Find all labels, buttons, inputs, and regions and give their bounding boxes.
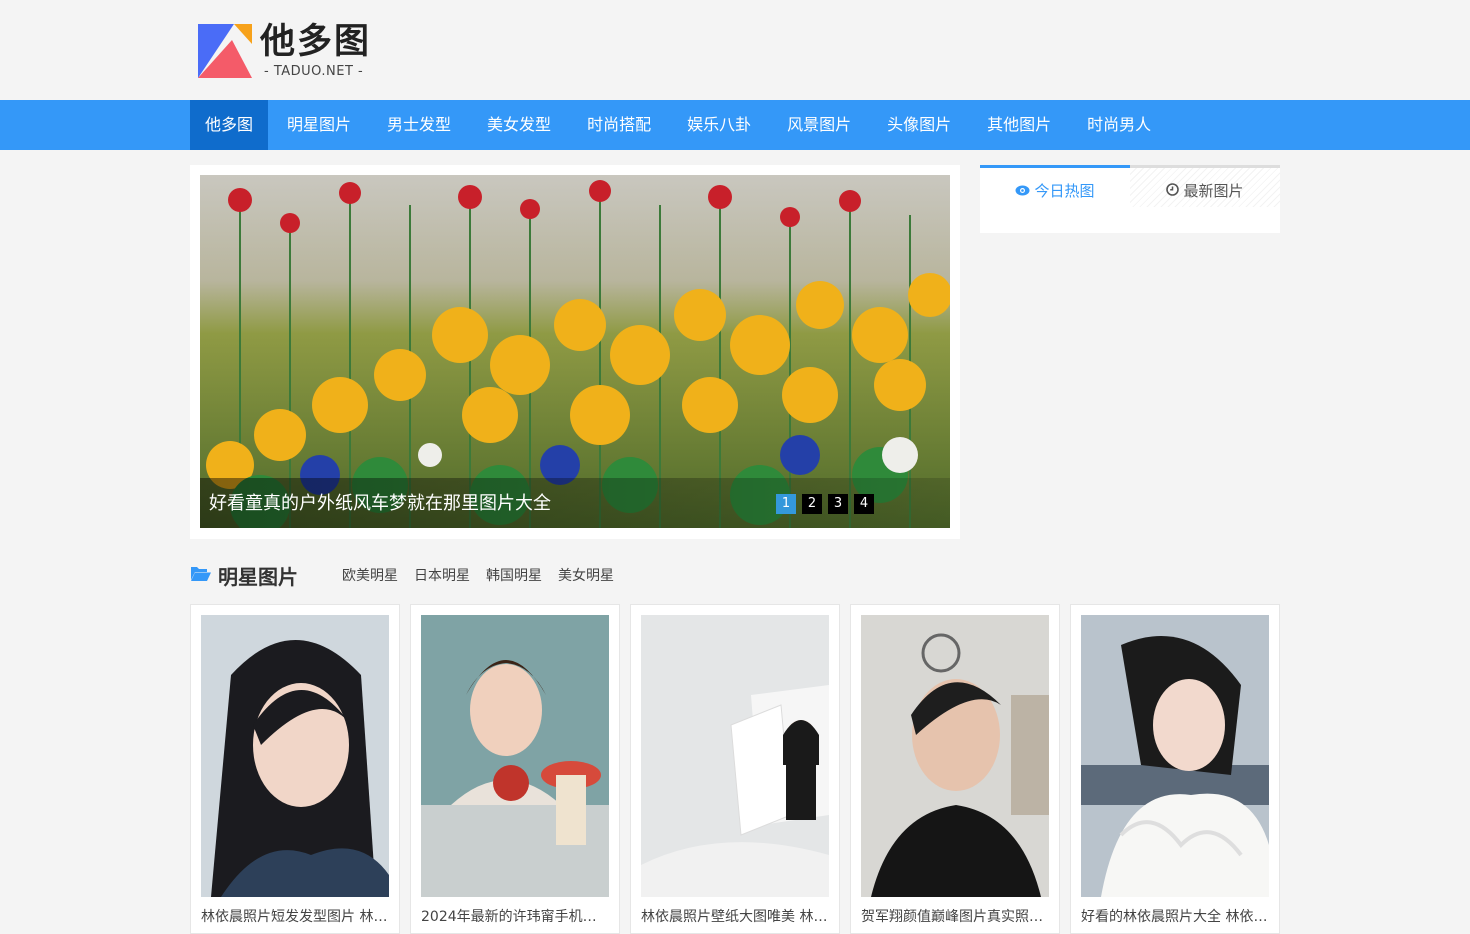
nav-item-men-fashion[interactable]: 时尚男人 xyxy=(1070,100,1168,150)
image-card[interactable]: 林依晨照片壁纸大图唯美 林依晨图片 xyxy=(630,604,840,934)
tab-hot-label: 今日热图 xyxy=(1034,182,1095,200)
section-title[interactable]: 明星图片 xyxy=(218,561,342,590)
section-link-western[interactable]: 欧美明星 xyxy=(342,565,398,585)
folder-open-icon xyxy=(190,565,212,586)
card-image[interactable] xyxy=(641,615,829,897)
nav-item-home[interactable]: 他多图 xyxy=(190,100,269,150)
slider-box: 好看童真的户外纸风车梦就在那里图片大全 1 2 3 4 xyxy=(190,165,960,539)
card-image[interactable] xyxy=(421,615,609,897)
nav-item-scenery[interactable]: 风景图片 xyxy=(770,100,868,150)
nav-item-other[interactable]: 其他图片 xyxy=(970,100,1068,150)
nav-item-star[interactable]: 明星图片 xyxy=(270,100,368,150)
tab-latest-label: 最新图片 xyxy=(1183,182,1244,200)
sidebar-tabs: 今日热图 最新图片 xyxy=(980,165,1280,207)
nav-item-gossip[interactable]: 娱乐八卦 xyxy=(670,100,768,150)
image-card[interactable]: 好看的林依晨照片大全 林依晨图片 xyxy=(1070,604,1280,934)
image-slider[interactable]: 好看童真的户外纸风车梦就在那里图片大全 1 2 3 4 xyxy=(200,175,950,528)
nav-item-avatar[interactable]: 头像图片 xyxy=(870,100,968,150)
slider-dot-3[interactable]: 3 xyxy=(828,494,848,514)
nav-item-women-hair[interactable]: 美女发型 xyxy=(470,100,568,150)
site-subtitle: - TADUO.NET - xyxy=(264,64,364,79)
slider-dots: 1 2 3 4 xyxy=(770,494,874,514)
image-card[interactable]: 2024年最新的许玮甯手机壁纸图片 xyxy=(410,604,620,934)
star-image-grid: 林依晨照片短发发型图片 林依晨短发发型 2024年最新的许玮甯手机壁纸图片 xyxy=(190,604,1290,934)
section-link-japan[interactable]: 日本明星 xyxy=(414,565,470,585)
section-link-beauty[interactable]: 美女明星 xyxy=(558,565,614,585)
site-name: 他多图 xyxy=(260,22,372,62)
slider-dot-4[interactable]: 4 xyxy=(854,494,874,514)
section-header: 明星图片 欧美明星 日本明星 韩国明星 美女明星 xyxy=(190,560,630,590)
image-card[interactable]: 林依晨照片短发发型图片 林依晨短发发型 xyxy=(190,604,400,934)
slider-dot-2[interactable]: 2 xyxy=(802,494,822,514)
clock-icon xyxy=(1166,182,1180,200)
tab-hot-today[interactable]: 今日热图 xyxy=(980,165,1130,207)
section-link-korea[interactable]: 韩国明星 xyxy=(486,565,542,585)
card-caption[interactable]: 林依晨照片壁纸大图唯美 林依晨图片 xyxy=(641,906,829,926)
slide-image xyxy=(200,175,950,528)
image-card[interactable]: 贺军翔颜值巅峰图片真实照片大全 xyxy=(850,604,1060,934)
site-header: 他多图 - TADUO.NET - xyxy=(0,0,1470,100)
logo-mark-icon xyxy=(196,22,254,80)
sidebar-panel: 今日热图 最新图片 xyxy=(980,165,1280,233)
main-nav: 他多图 明星图片 男士发型 美女发型 时尚搭配 娱乐八卦 风景图片 头像图片 其… xyxy=(190,100,1170,150)
eye-icon xyxy=(1015,182,1030,200)
card-caption[interactable]: 2024年最新的许玮甯手机壁纸图片 xyxy=(421,906,609,926)
card-caption[interactable]: 林依晨照片短发发型图片 林依晨短发发型 xyxy=(201,906,389,926)
card-image[interactable] xyxy=(861,615,1049,897)
card-image[interactable] xyxy=(1081,615,1269,897)
site-logo[interactable]: 他多图 - TADUO.NET - xyxy=(196,22,371,80)
tab-latest[interactable]: 最新图片 xyxy=(1130,165,1280,207)
nav-item-men-hair[interactable]: 男士发型 xyxy=(370,100,468,150)
slider-caption[interactable]: 好看童真的户外纸风车梦就在那里图片大全 xyxy=(209,489,551,515)
slider-dot-1[interactable]: 1 xyxy=(776,494,796,514)
card-image[interactable] xyxy=(201,615,389,897)
card-caption[interactable]: 贺军翔颜值巅峰图片真实照片大全 xyxy=(861,906,1049,926)
nav-item-fashion[interactable]: 时尚搭配 xyxy=(570,100,668,150)
card-caption[interactable]: 好看的林依晨照片大全 林依晨图片 xyxy=(1081,906,1269,926)
